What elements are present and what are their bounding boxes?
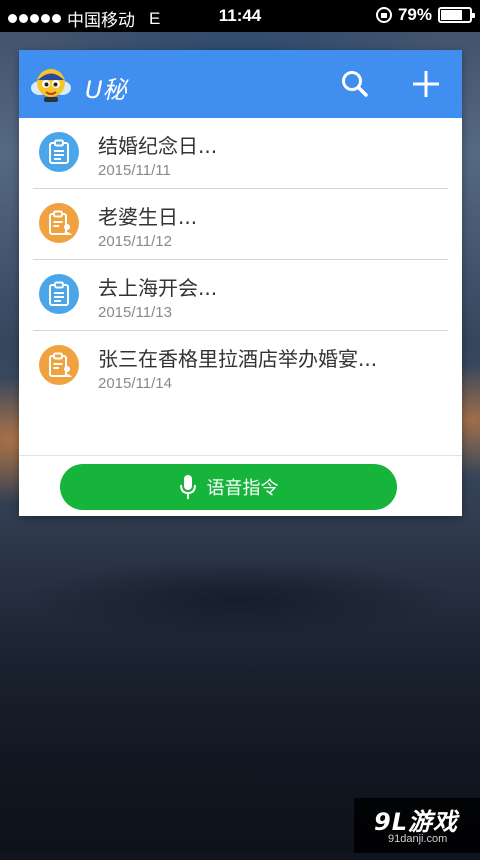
list-item[interactable]: 结婚纪念日... 2015/11/11 [33,118,448,189]
widget-footer: 语音指令 [19,455,462,516]
clipboard-icon [39,132,79,172]
search-icon[interactable] [339,68,371,100]
list-item[interactable]: 老婆生日... 2015/11/12 [33,189,448,260]
list-item[interactable]: 去上海开会... 2015/11/13 [33,260,448,331]
list-item[interactable]: 张三在香格里拉酒店举办婚宴... 2015/11/14 [33,331,448,401]
clipboard-person-icon [39,203,79,243]
plus-icon[interactable] [409,67,443,101]
clipboard-icon [39,274,79,314]
app-title: U秘 [85,76,127,104]
widget-header: U秘 [19,50,462,118]
note-title: 去上海开会... [98,276,218,300]
battery-percent: 79% [397,5,432,24]
rotation-lock-icon [375,7,392,23]
u-mi-widget: U秘 结婚纪念日... 2015/11/11 老婆生日... 2015/11/1… [19,50,462,516]
note-date: 2015/11/12 [98,233,172,250]
note-date: 2015/11/11 [98,162,171,179]
watermark-url: 91danji.com [388,833,448,845]
voice-command-label: 语音指令 [206,478,279,499]
bee-mascot-logo[interactable] [30,63,72,105]
note-title: 老婆生日... [98,205,198,229]
note-title: 张三在香格里拉酒店举办婚宴... [98,347,378,371]
voice-command-button[interactable]: 语音指令 [60,464,397,510]
note-title: 结婚纪念日... [98,134,218,158]
site-watermark: 9L游戏 91danji.com [354,798,480,853]
note-date: 2015/11/13 [98,304,172,321]
note-date: 2015/11/14 [98,375,172,392]
status-bar: 中国移动 E 11:44 79% [0,0,480,32]
clipboard-person-icon [39,345,79,385]
watermark-logo-text: 9L游戏 [374,808,458,836]
notes-list: 结婚纪念日... 2015/11/11 老婆生日... 2015/11/12 去… [19,118,462,401]
microphone-icon [179,475,196,499]
battery-icon [438,7,475,23]
